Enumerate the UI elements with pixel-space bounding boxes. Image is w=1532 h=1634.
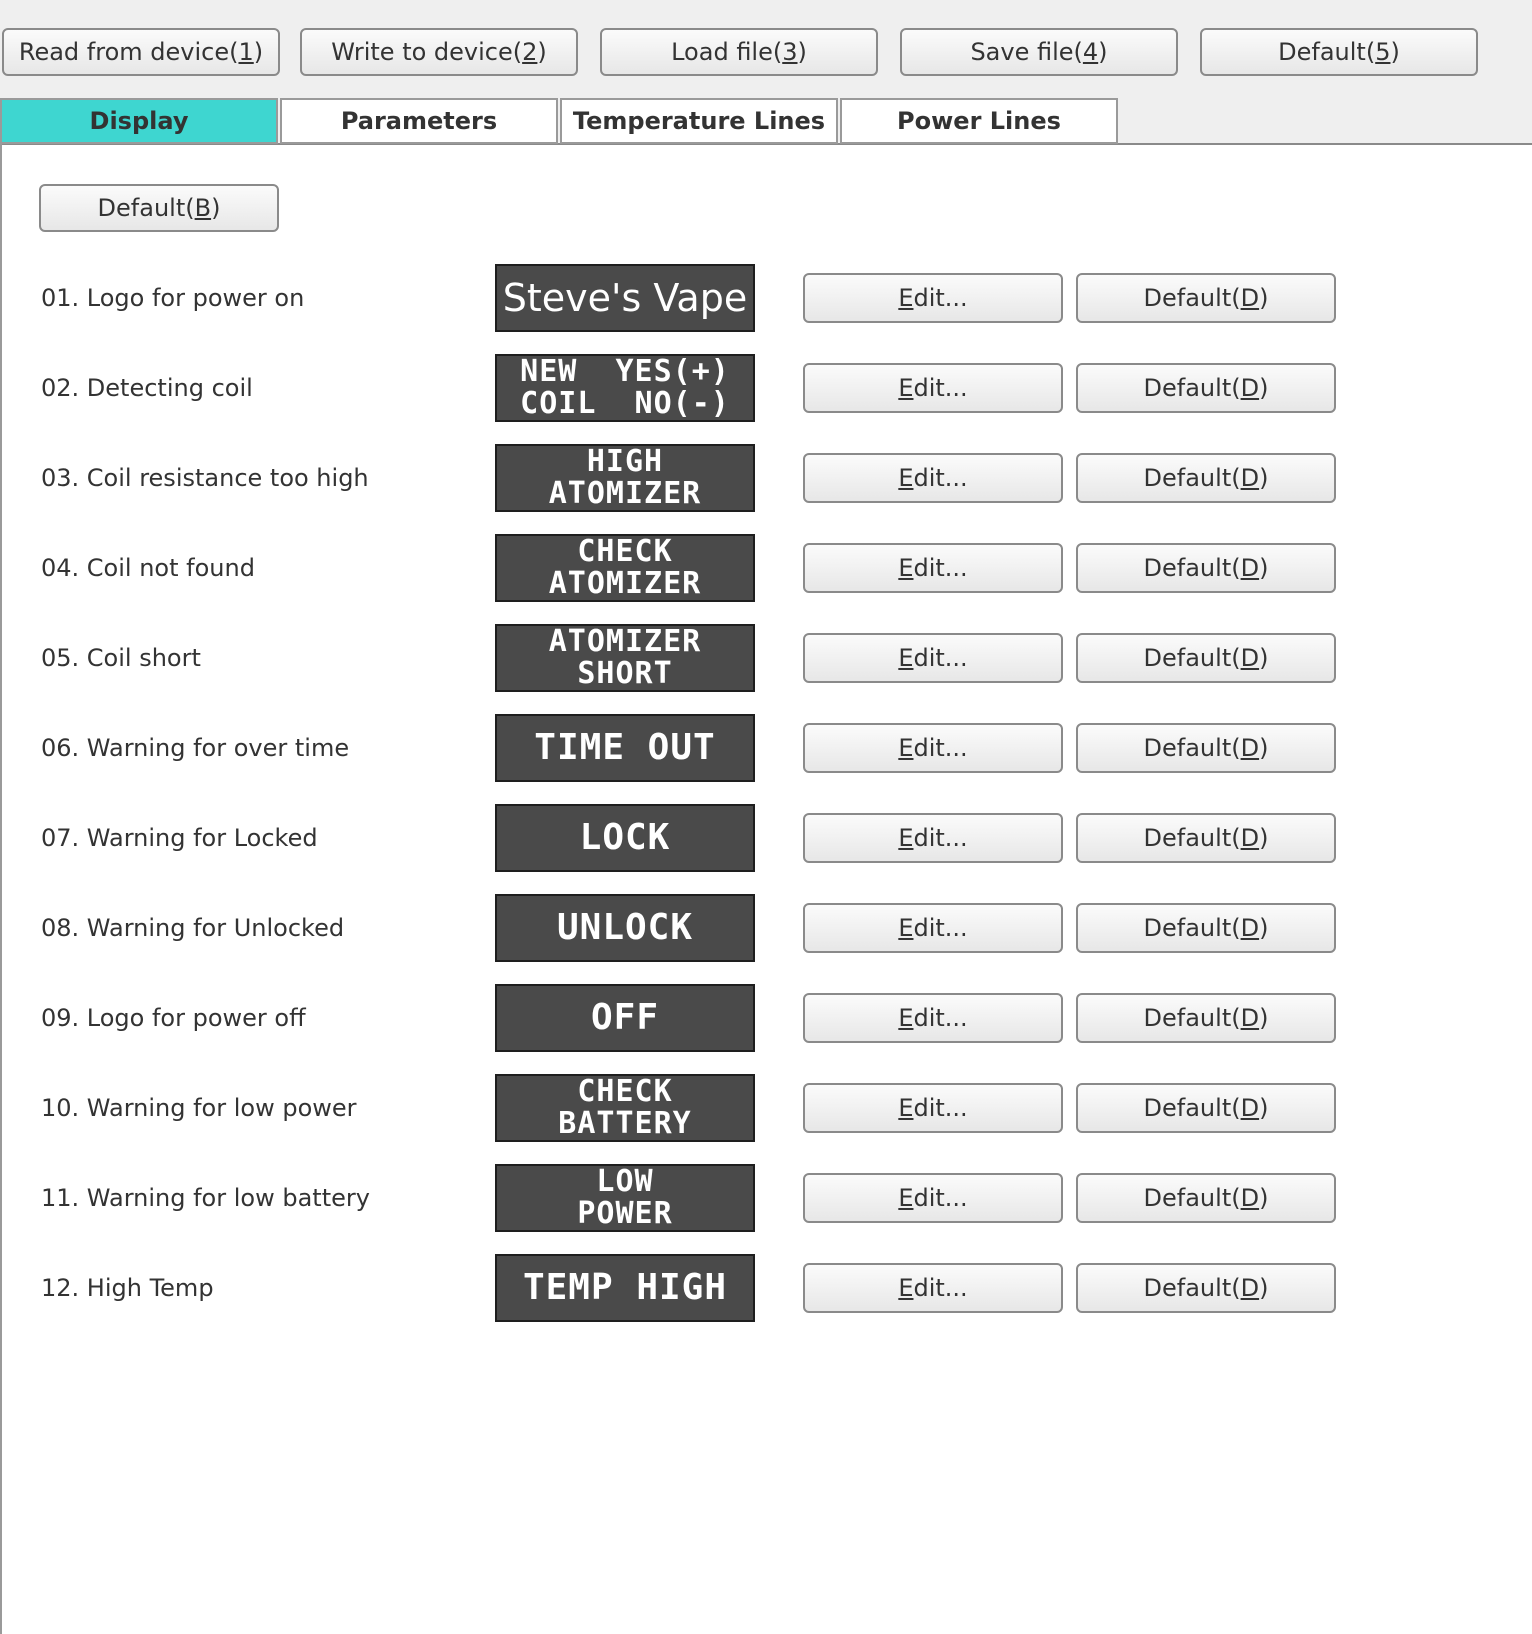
default-button[interactable]: Default(D): [1076, 453, 1336, 503]
screen-preview-line: UNLOCK: [556, 907, 694, 948]
row-label: 10. Warning for low power: [41, 1094, 357, 1122]
screen-preview-line: SHORT: [577, 656, 673, 691]
screen-preview-line: COIL NO(-): [520, 386, 730, 421]
row-label: 07. Warning for Locked: [41, 824, 318, 852]
screen-preview-line: LOW: [596, 1164, 654, 1199]
row-label: 11. Warning for low battery: [41, 1184, 370, 1212]
screen-preview: UNLOCK: [495, 894, 755, 962]
screen-preview: CHECK ATOMIZER: [495, 534, 755, 602]
screen-preview: ATOMIZER SHORT: [495, 624, 755, 692]
row-label: 05. Coil short: [41, 644, 201, 672]
default-button[interactable]: Default(D): [1076, 903, 1336, 953]
screen-preview-line: ATOMIZER: [548, 624, 702, 659]
edit-button[interactable]: Edit...: [803, 453, 1063, 503]
tab-display[interactable]: Display: [0, 98, 278, 144]
screen-preview-line: ATOMIZER: [548, 566, 702, 601]
write-to-device-button[interactable]: Write to device(2): [300, 28, 578, 76]
screen-preview-line: POWER: [577, 1196, 673, 1231]
row-label: 08. Warning for Unlocked: [41, 914, 345, 942]
screen-preview: Steve's Vape: [495, 264, 755, 332]
edit-button[interactable]: Edit...: [803, 633, 1063, 683]
screen-preview-line: Steve's Vape: [502, 276, 748, 320]
edit-button[interactable]: Edit...: [803, 993, 1063, 1043]
edit-button[interactable]: Edit...: [803, 363, 1063, 413]
default-button[interactable]: Default(D): [1076, 363, 1336, 413]
default-button[interactable]: Default(D): [1076, 993, 1336, 1043]
edit-button[interactable]: Edit...: [803, 273, 1063, 323]
screen-preview-line: TIME OUT: [534, 727, 716, 768]
default-button[interactable]: Default(D): [1076, 1083, 1336, 1133]
row-label: 01. Logo for power on: [41, 284, 305, 312]
screen-preview-line: LOCK: [579, 817, 671, 858]
row-label: 09. Logo for power off: [41, 1004, 306, 1032]
screen-preview-line: CHECK: [577, 1074, 673, 1109]
display-default-button[interactable]: Default(B): [39, 184, 279, 232]
row-label: 12. High Temp: [41, 1274, 214, 1302]
screen-preview-line: CHECK: [577, 534, 673, 569]
default-button[interactable]: Default(D): [1076, 633, 1336, 683]
tab-power-lines[interactable]: Power Lines: [840, 98, 1118, 144]
edit-button[interactable]: Edit...: [803, 813, 1063, 863]
default-button[interactable]: Default(D): [1076, 543, 1336, 593]
screen-preview-line: OFF: [590, 997, 660, 1038]
default-button[interactable]: Default(D): [1076, 1263, 1336, 1313]
screen-preview: TEMP HIGH: [495, 1254, 755, 1322]
edit-button[interactable]: Edit...: [803, 1083, 1063, 1133]
default-button[interactable]: Default(D): [1076, 813, 1336, 863]
read-from-device-button[interactable]: Read from device(1): [2, 28, 280, 76]
row-label: 06. Warning for over time: [41, 734, 350, 762]
row-label: 02. Detecting coil: [41, 374, 253, 402]
screen-preview: TIME OUT: [495, 714, 755, 782]
screen-preview: OFF: [495, 984, 755, 1052]
screen-preview-line: TEMP HIGH: [522, 1267, 728, 1308]
default-button[interactable]: Default(D): [1076, 273, 1336, 323]
default-all-button[interactable]: Default(5): [1200, 28, 1478, 76]
screen-preview-line: BATTERY: [558, 1106, 692, 1141]
screen-preview: LOCK: [495, 804, 755, 872]
tab-parameters[interactable]: Parameters: [280, 98, 558, 144]
screen-preview: CHECK BATTERY: [495, 1074, 755, 1142]
screen-preview-line: HIGH: [586, 444, 664, 479]
screen-preview: NEW YES(+) COIL NO(-): [495, 354, 755, 422]
edit-button[interactable]: Edit...: [803, 543, 1063, 593]
edit-button[interactable]: Edit...: [803, 723, 1063, 773]
screen-preview: LOW POWER: [495, 1164, 755, 1232]
panel-left-border: [0, 143, 2, 1634]
screen-preview-line: ATOMIZER: [548, 476, 702, 511]
edit-button[interactable]: Edit...: [803, 1263, 1063, 1313]
row-label: 03. Coil resistance too high: [41, 464, 369, 492]
screen-preview: HIGH ATOMIZER: [495, 444, 755, 512]
edit-button[interactable]: Edit...: [803, 903, 1063, 953]
edit-button[interactable]: Edit...: [803, 1173, 1063, 1223]
row-label: 04. Coil not found: [41, 554, 255, 582]
default-button[interactable]: Default(D): [1076, 1173, 1336, 1223]
save-file-button[interactable]: Save file(4): [900, 28, 1178, 76]
tab-temperature-lines[interactable]: Temperature Lines: [560, 98, 838, 144]
load-file-button[interactable]: Load file(3): [600, 28, 878, 76]
default-button[interactable]: Default(D): [1076, 723, 1336, 773]
screen-preview-line: NEW YES(+): [520, 354, 730, 389]
